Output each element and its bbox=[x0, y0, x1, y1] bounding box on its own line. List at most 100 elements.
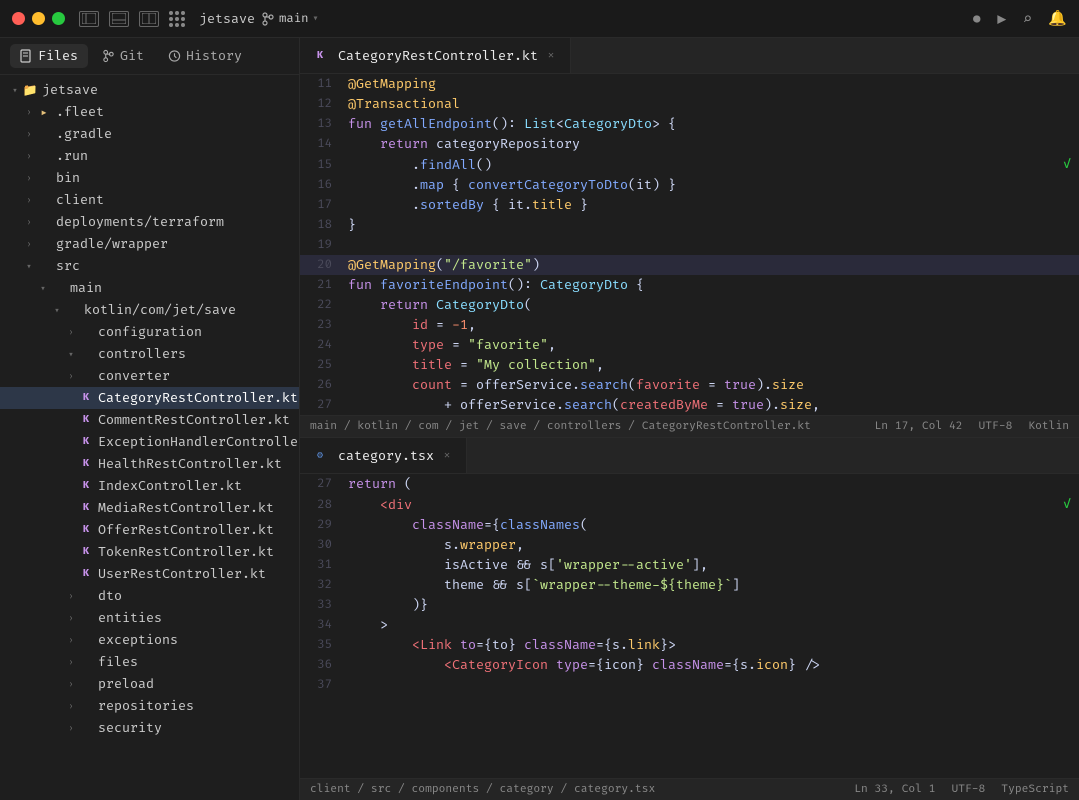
folder-icon bbox=[78, 698, 94, 714]
kotlin-tab-icon: K bbox=[312, 48, 328, 64]
code-line: 15 .findAll() ✓ bbox=[300, 154, 1079, 175]
tree-item-user-rest-controller[interactable]: K UserRestController.kt bbox=[0, 563, 299, 585]
code-area-1[interactable]: 11 @GetMapping 12 @Transactional 13 bbox=[300, 74, 1079, 415]
panel-toggle-icon[interactable] bbox=[109, 11, 129, 27]
tree-item-entities[interactable]: › entities bbox=[0, 607, 299, 629]
tree-item-security[interactable]: › security bbox=[0, 717, 299, 739]
kotlin-file-icon: K bbox=[78, 456, 94, 472]
sidebar-tab-files[interactable]: Files bbox=[10, 44, 88, 68]
tree-item-deployments[interactable]: › deployments/terraform bbox=[0, 211, 299, 233]
tab-close-button-2[interactable]: ✕ bbox=[440, 449, 454, 463]
kotlin-file-icon: K bbox=[78, 390, 94, 406]
tree-item-exception-handler[interactable]: K ExceptionHandlerControlle.kt bbox=[0, 431, 299, 453]
code-line: 18 } bbox=[300, 215, 1079, 235]
chevron-down-icon: ▾ bbox=[50, 303, 64, 317]
tree-item-index-controller[interactable]: K IndexController.kt bbox=[0, 475, 299, 497]
tree-item-kotlin[interactable]: ▾ kotlin/com/jet/save bbox=[0, 299, 299, 321]
status-right-1: Ln 17, Col 42 UTF-8 Kotlin bbox=[875, 420, 1069, 433]
sidebar: Files Git History ▾ 📁 jetsave › ▸ .f bbox=[0, 38, 300, 800]
split-toggle-icon[interactable] bbox=[139, 11, 159, 27]
code-line: 13 fun getAllEndpoint(): List<CategoryDt… bbox=[300, 114, 1079, 134]
tree-item-gradle-wrapper[interactable]: › gradle/wrapper bbox=[0, 233, 299, 255]
sidebar-toggle-icon[interactable] bbox=[79, 11, 99, 27]
chevron-right-icon: › bbox=[22, 193, 36, 207]
tree-item-converter[interactable]: › converter bbox=[0, 365, 299, 387]
tree-item-dto[interactable]: › dto bbox=[0, 585, 299, 607]
grid-icon[interactable] bbox=[169, 11, 185, 27]
code-line: 23 id = -1, bbox=[300, 315, 1079, 335]
code-line: 31 isActive && s['wrapper--active'], bbox=[300, 555, 1079, 575]
tree-item-bin[interactable]: › bin bbox=[0, 167, 299, 189]
history-icon bbox=[168, 49, 181, 63]
chevron-right-icon: › bbox=[64, 325, 78, 339]
chevron-right-icon: › bbox=[64, 721, 78, 735]
code-line: 24 type = "favorite", bbox=[300, 335, 1079, 355]
code-line: 32 theme && s[`wrapper--theme-${theme}`] bbox=[300, 575, 1079, 595]
branch-name: main bbox=[279, 11, 309, 26]
code-table-1: 11 @GetMapping 12 @Transactional 13 bbox=[300, 74, 1079, 415]
sidebar-tab-history[interactable]: History bbox=[158, 44, 252, 68]
tree-root[interactable]: ▾ 📁 jetsave bbox=[0, 79, 299, 101]
folder-icon: 📁 bbox=[22, 82, 38, 98]
tree-item-configuration[interactable]: › configuration bbox=[0, 321, 299, 343]
tree-item-offer-rest-controller[interactable]: K OfferRestController.kt bbox=[0, 519, 299, 541]
tree-item-exceptions[interactable]: › exceptions bbox=[0, 629, 299, 651]
tree-item-token-rest-controller[interactable]: K TokenRestController.kt bbox=[0, 541, 299, 563]
chevron-right-icon: › bbox=[64, 633, 78, 647]
minimize-button[interactable] bbox=[32, 12, 45, 25]
app-name: jetsave bbox=[199, 11, 255, 27]
tree-item-repositories[interactable]: › repositories bbox=[0, 695, 299, 717]
chevron-right-icon: › bbox=[22, 105, 36, 119]
tree-item-run[interactable]: › .run bbox=[0, 145, 299, 167]
code-scroll-2[interactable]: 27 return ( 28 <div ✓ 29 bbox=[300, 474, 1079, 778]
sidebar-tab-git[interactable]: Git bbox=[92, 44, 154, 68]
folder-icon bbox=[78, 346, 94, 362]
run-icon[interactable]: ▶ bbox=[997, 9, 1007, 29]
tree-item-src[interactable]: ▾ src bbox=[0, 255, 299, 277]
code-line: 33 )} bbox=[300, 595, 1079, 615]
tree-item-category-rest-controller[interactable]: K CategoryRestController.kt bbox=[0, 387, 299, 409]
code-scroll-1[interactable]: 11 @GetMapping 12 @Transactional 13 bbox=[300, 74, 1079, 415]
tree-item-gradle[interactable]: › .gradle bbox=[0, 123, 299, 145]
tab-bar-1: K CategoryRestController.kt ✕ bbox=[300, 38, 1079, 74]
tree-item-client[interactable]: › client bbox=[0, 189, 299, 211]
folder-icon bbox=[78, 676, 94, 692]
folder-icon bbox=[36, 148, 52, 164]
kotlin-file-icon: K bbox=[78, 434, 94, 450]
search-icon[interactable]: ⌕ bbox=[1023, 9, 1033, 29]
code-area-2[interactable]: 27 return ( 28 <div ✓ 29 bbox=[300, 474, 1079, 778]
chevron-right-icon: › bbox=[22, 215, 36, 229]
tree-item-preload[interactable]: › preload bbox=[0, 673, 299, 695]
code-line: 34 > bbox=[300, 615, 1079, 635]
breadcrumb-2: client / src / components / category / c… bbox=[310, 783, 848, 796]
tree-item-files[interactable]: › files bbox=[0, 651, 299, 673]
tree-item-media-rest-controller[interactable]: K MediaRestController.kt bbox=[0, 497, 299, 519]
code-line: 29 className={classNames( bbox=[300, 515, 1079, 535]
tree-item-fleet[interactable]: › ▸ .fleet bbox=[0, 101, 299, 123]
files-icon bbox=[20, 49, 33, 63]
folder-icon bbox=[36, 170, 52, 186]
code-line: 27 return ( bbox=[300, 474, 1079, 494]
tree-item-comment-rest-controller[interactable]: K CommentRestController.kt bbox=[0, 409, 299, 431]
tab-category-rest-controller[interactable]: K CategoryRestController.kt ✕ bbox=[300, 38, 571, 73]
code-line: 22 return CategoryDto( bbox=[300, 295, 1079, 315]
record-icon[interactable]: ⏺ bbox=[973, 9, 981, 29]
editor-area: K CategoryRestController.kt ✕ 11 @GetMap… bbox=[300, 38, 1079, 800]
notifications-icon[interactable]: 🔔 bbox=[1048, 9, 1067, 28]
status-bar-1: main / kotlin / com / jet / save / contr… bbox=[300, 415, 1079, 437]
tab-category-tsx[interactable]: ⚙ category.tsx ✕ bbox=[300, 438, 467, 473]
tree-item-controllers[interactable]: ▾ controllers bbox=[0, 343, 299, 365]
status-bar-2: client / src / components / category / c… bbox=[300, 778, 1079, 800]
tree-item-main[interactable]: ▾ main bbox=[0, 277, 299, 299]
branch-selector[interactable]: main ▾ bbox=[261, 11, 319, 26]
tab-close-button[interactable]: ✕ bbox=[544, 49, 558, 63]
window-layout-icons bbox=[79, 11, 185, 27]
code-line: 35 <Link to={to} className={s.link}> bbox=[300, 635, 1079, 655]
tree-item-health-rest-controller[interactable]: K HealthRestController.kt bbox=[0, 453, 299, 475]
close-button[interactable] bbox=[12, 12, 25, 25]
maximize-button[interactable] bbox=[52, 12, 65, 25]
editor-pane-1: K CategoryRestController.kt ✕ 11 @GetMap… bbox=[300, 38, 1079, 438]
folder-icon bbox=[78, 368, 94, 384]
kotlin-file-icon: K bbox=[78, 544, 94, 560]
chevron-down-icon: ▾ bbox=[8, 83, 22, 97]
